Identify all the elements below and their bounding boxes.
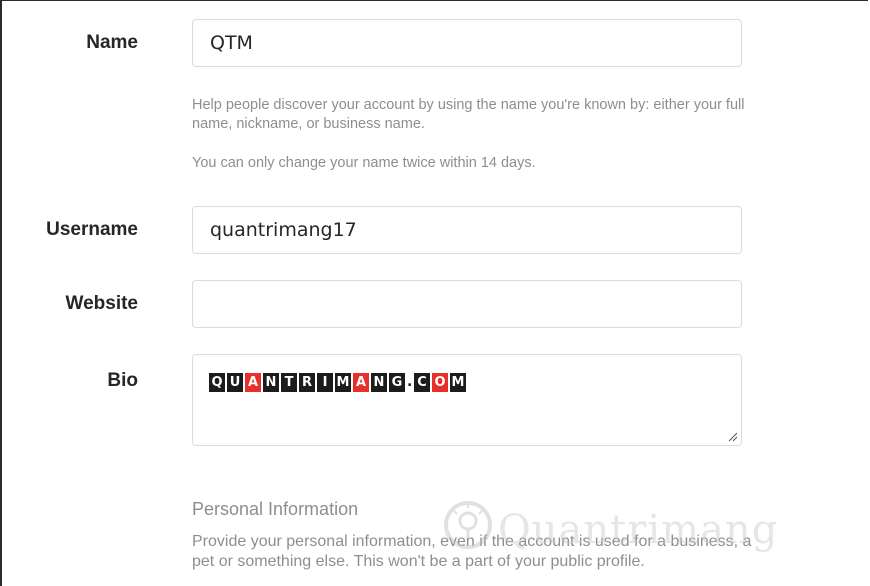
name-input[interactable] — [192, 19, 742, 67]
name-help-text: Help people discover your account by usi… — [192, 97, 745, 132]
resize-handle-icon[interactable] — [728, 432, 738, 442]
logo-letter: C — [414, 373, 430, 392]
name-label: Name — [86, 32, 138, 53]
logo-letter: A — [353, 373, 369, 392]
username-label: Username — [46, 219, 138, 240]
logo-letter: G — [389, 373, 405, 392]
logo-letter: R — [299, 373, 315, 392]
logo-letter: . — [407, 374, 413, 390]
logo-letter: M — [450, 373, 466, 392]
personal-info-description: Provide your personal information, even … — [192, 533, 752, 570]
bio-logo-text: Q U A N T R I M A N G . C O M — [209, 373, 466, 392]
logo-letter: M — [335, 373, 351, 392]
name-change-limit-text: You can only change your name twice with… — [192, 155, 536, 171]
logo-letter: O — [432, 373, 448, 392]
logo-letter: T — [281, 373, 297, 392]
username-input[interactable] — [192, 206, 742, 254]
logo-letter: A — [245, 373, 261, 392]
website-input[interactable] — [192, 280, 742, 328]
bio-textarea[interactable]: Q U A N T R I M A N G . C O M — [192, 354, 742, 446]
logo-letter: I — [317, 373, 333, 392]
logo-letter: N — [263, 373, 279, 392]
bio-label: Bio — [107, 370, 138, 391]
logo-letter: N — [371, 373, 387, 392]
edit-profile-form: Name Help people discover your account b… — [0, 0, 868, 586]
logo-letter: U — [227, 373, 243, 392]
personal-info-title: Personal Information — [192, 499, 359, 519]
website-label: Website — [65, 293, 138, 314]
logo-letter: Q — [209, 373, 225, 392]
